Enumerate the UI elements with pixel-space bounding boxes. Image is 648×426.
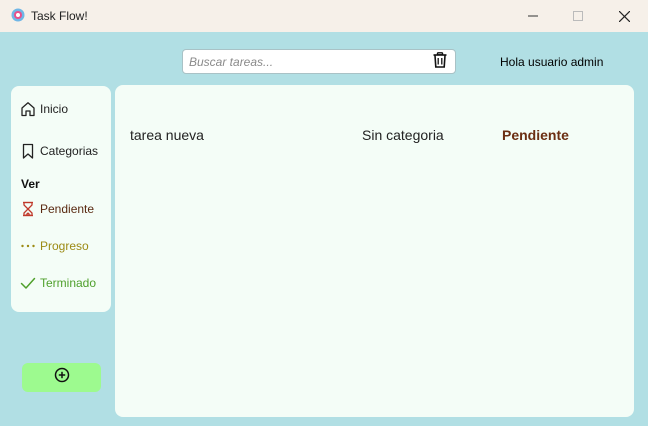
task-name: tarea nueva xyxy=(130,127,204,143)
more-dots-icon xyxy=(20,238,36,254)
add-circle-icon xyxy=(54,367,70,388)
delete-button[interactable] xyxy=(431,51,449,73)
search-box xyxy=(182,49,456,74)
close-button[interactable] xyxy=(601,0,647,32)
home-icon xyxy=(20,101,36,117)
app-logo-icon xyxy=(11,8,25,22)
filter-label: Terminado xyxy=(40,276,97,290)
task-list-panel: tarea nueva Sin categoria Pendiente xyxy=(115,85,634,417)
sidebar: Inicio Categorias Ver Pendiente Progreso… xyxy=(11,86,111,312)
sidebar-item-label: Inicio xyxy=(40,102,69,116)
filter-pendiente[interactable]: Pendiente xyxy=(20,201,94,217)
sidebar-item-inicio[interactable]: Inicio xyxy=(20,101,68,117)
task-status: Pendiente xyxy=(502,127,569,143)
checkmark-icon xyxy=(20,275,36,291)
title-bar: Task Flow! xyxy=(0,0,648,32)
add-task-button[interactable] xyxy=(22,363,101,392)
maximize-button[interactable] xyxy=(555,0,601,32)
window-title: Task Flow! xyxy=(31,9,88,23)
search-input[interactable] xyxy=(189,52,425,71)
sidebar-item-categorias[interactable]: Categorias xyxy=(20,143,98,159)
trash-icon xyxy=(433,51,447,73)
task-category: Sin categoria xyxy=(362,127,444,143)
task-row[interactable]: tarea nueva Sin categoria Pendiente xyxy=(115,125,634,145)
filter-progreso[interactable]: Progreso xyxy=(20,238,89,254)
minimize-button[interactable] xyxy=(510,0,556,32)
user-greeting: Hola usuario admin xyxy=(500,55,604,69)
filter-terminado[interactable]: Terminado xyxy=(20,275,96,291)
bookmark-icon xyxy=(20,143,36,159)
section-label-ver: Ver xyxy=(21,177,40,191)
filter-label: Progreso xyxy=(40,239,89,253)
hourglass-icon xyxy=(20,201,36,217)
sidebar-item-label: Categorias xyxy=(40,144,99,158)
filter-label: Pendiente xyxy=(40,202,95,216)
